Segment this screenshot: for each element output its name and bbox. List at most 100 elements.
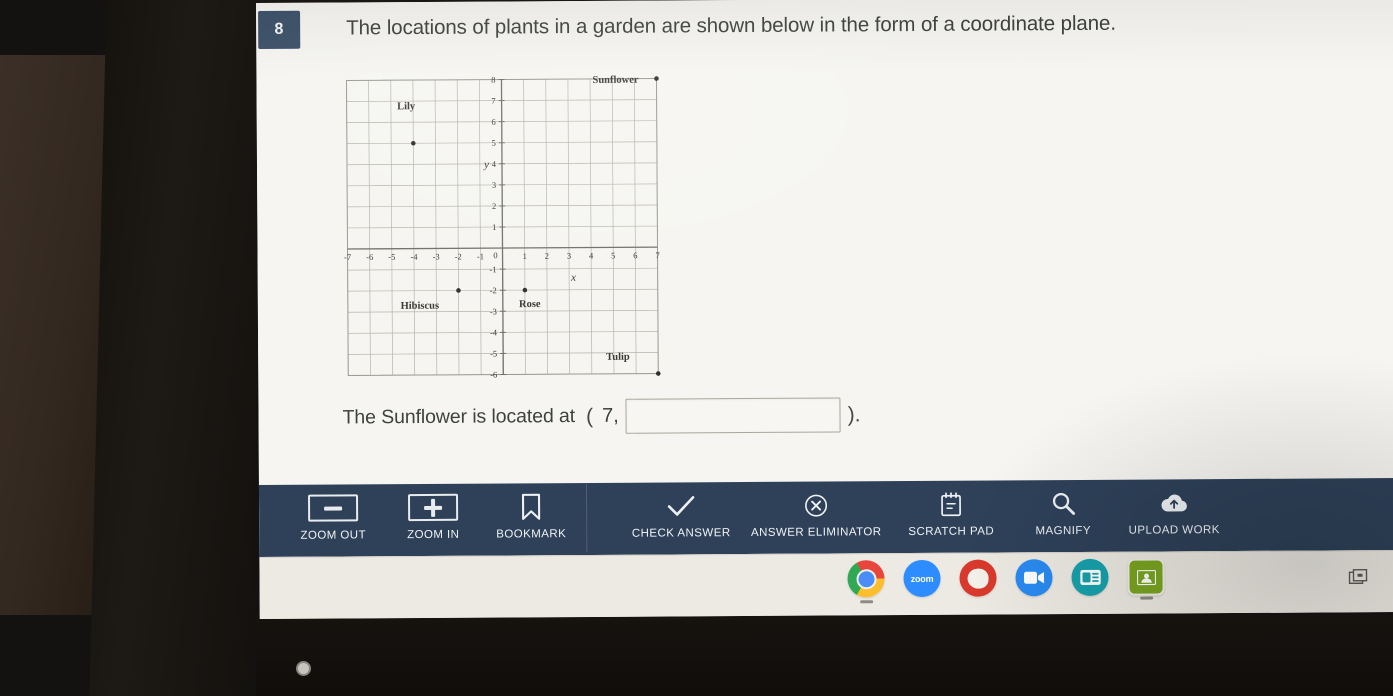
- bookmark-icon: [520, 490, 542, 523]
- toolbar-label-magnify: MAGNIFY: [1035, 524, 1092, 538]
- toolbar-label-upload-work: UPLOAD WORK: [1128, 524, 1220, 537]
- y-tick-label: 8: [491, 75, 495, 85]
- data-point: [410, 140, 416, 146]
- laptop-bezel-bottom: [256, 615, 1393, 696]
- y-axis-label: y: [483, 159, 489, 171]
- coordinate-plane-svg: -7 -6 -5 -4 -3 -2 -1 1 2 3 4 5 6 7-6-5-4-3-2-11234567…: [344, 75, 661, 380]
- photo-scene: 8 The locations of plants in a garden ar…: [0, 0, 1393, 696]
- minus-box-icon: [308, 491, 359, 524]
- webcam-indicator-icon: [296, 661, 311, 676]
- x-tick-label: 7: [655, 250, 659, 260]
- paren-close: ).: [847, 402, 861, 426]
- question-number-badge: 8: [258, 10, 301, 49]
- x-tick-label: 3: [567, 251, 571, 261]
- toolbar-label-check-answer: CHECK ANSWER: [631, 527, 731, 540]
- origin-label: 0: [493, 250, 497, 260]
- toolbar-button-upload-work[interactable]: UPLOAD WORK: [1115, 486, 1233, 537]
- x-tick-label: 2: [545, 251, 549, 261]
- question-prompt: The locations of plants in a garden are …: [346, 11, 1116, 40]
- toolbar-button-magnify[interactable]: MAGNIFY: [1011, 487, 1115, 538]
- coordinate-plane-graph: -7 -6 -5 -4 -3 -2 -1 1 2 3 4 5 6 7 -6 -5 -4 -3 -2 -1 1 2 3 4 5 6 7…: [342, 74, 662, 381]
- x-tick-label: -1: [477, 251, 484, 261]
- shelf-app-list: zoom: [847, 558, 1165, 604]
- x-tick-label: -5: [388, 252, 395, 262]
- data-point: [522, 287, 528, 293]
- circle-x-icon: [805, 494, 828, 517]
- x-tick-label: 6: [633, 250, 637, 260]
- data-point: [654, 76, 659, 81]
- cloud-upload-icon: [1161, 494, 1187, 511]
- bookmark-icon: [521, 493, 541, 520]
- question-header: 8 The locations of plants in a garden ar…: [256, 4, 1393, 49]
- display-windows-icon[interactable]: [1348, 568, 1370, 588]
- shelf-app-chrome[interactable]: [847, 560, 885, 604]
- x-tick-label: -2: [455, 251, 462, 261]
- x-tick-label: -4: [410, 252, 418, 262]
- y-tick-label: 7: [491, 96, 495, 106]
- toolbar-button-bookmark[interactable]: BOOKMARK: [481, 490, 581, 541]
- x-tick-label: -3: [433, 251, 440, 261]
- zoom-label: zoom: [910, 573, 934, 584]
- y-tick-label: -3: [490, 306, 497, 316]
- minus-box-icon: [308, 494, 359, 522]
- paren-open: (: [585, 404, 594, 428]
- worksheet-page: 8 The locations of plants in a garden ar…: [256, 0, 1393, 485]
- laptop-screen: 8 The locations of plants in a garden ar…: [256, 0, 1393, 619]
- toolbar-button-answer-eliminator[interactable]: ANSWER ELIMINATOR: [741, 488, 891, 539]
- toolbar-label-zoom-out: ZOOM OUT: [300, 529, 367, 542]
- plus-box-icon: [408, 491, 459, 524]
- x-tick-label: 5: [611, 250, 615, 260]
- plus-box-icon: [408, 493, 459, 522]
- app-active-indicator: [859, 600, 873, 604]
- data-point: [655, 371, 661, 376]
- checkmark-icon: [667, 489, 695, 522]
- desk-surface: [0, 55, 108, 615]
- answer-label: The Sunflower is located at: [342, 405, 576, 429]
- data-point-label: Rose: [519, 299, 541, 310]
- x-tick-label: -7: [344, 252, 351, 262]
- os-shelf: zoom: [259, 550, 1393, 619]
- toolbar-button-zoom-out[interactable]: ZOOM OUT: [281, 491, 385, 542]
- y-tick-label: 5: [492, 138, 496, 148]
- answer-input[interactable]: [625, 397, 841, 434]
- x-tick-label: 4: [589, 251, 594, 261]
- toolbar-button-zoom-in[interactable]: ZOOM IN: [385, 491, 481, 542]
- y-tick-label: -2: [490, 285, 497, 295]
- notepad-icon: [940, 488, 962, 521]
- toolbar-label-bookmark: BOOKMARK: [496, 528, 567, 541]
- circle-x-icon: [804, 489, 828, 522]
- data-point-label: Sunflower: [592, 75, 638, 86]
- x-tick-label: 1: [523, 251, 527, 261]
- toolbar-label-answer-eliminator: ANSWER ELIMINATOR: [750, 526, 882, 539]
- shelf-app-meet[interactable]: [1015, 559, 1053, 597]
- presentation-icon: [1079, 569, 1101, 585]
- x-coordinate-value: 7,: [601, 404, 619, 427]
- y-tick-label: -4: [490, 327, 498, 337]
- y-tick-label: 6: [491, 117, 495, 127]
- shelf-app-teal-app[interactable]: [1071, 558, 1109, 597]
- toolbar-label-scratch-pad: SCRATCH PAD: [908, 525, 995, 539]
- y-tick-label: 2: [492, 201, 496, 211]
- notepad-icon: [941, 492, 961, 517]
- y-tick-label: -5: [490, 348, 497, 358]
- data-point: [456, 288, 461, 293]
- shelf-app-red-app[interactable]: [959, 559, 997, 597]
- magnifier-icon: [1050, 487, 1075, 520]
- shelf-app-zoom[interactable]: zoom: [903, 559, 941, 598]
- shelf-app-google-classroom[interactable]: [1127, 558, 1165, 600]
- x-axis-label: x: [570, 272, 576, 284]
- data-point-label: Lily: [397, 101, 416, 112]
- y-tick-label: 1: [492, 222, 496, 232]
- toolbar-button-check-answer[interactable]: CHECK ANSWER: [621, 489, 741, 540]
- cloud-upload-icon: [1160, 486, 1188, 519]
- toolbar-button-scratch-pad[interactable]: SCRATCH PAD: [891, 487, 1011, 538]
- data-point-label: Hibiscus: [401, 301, 440, 312]
- answer-row: The Sunflower is located at ( 7, ).: [342, 397, 861, 435]
- y-tick-label: -1: [490, 264, 497, 274]
- y-tick-label: -6: [490, 370, 497, 380]
- y-tick-label: 3: [492, 180, 496, 190]
- classroom-icon: [1136, 569, 1156, 585]
- toolbar-label-zoom-in: ZOOM IN: [407, 528, 460, 542]
- app-active-indicator: [1139, 596, 1153, 600]
- video-camera-icon: [1024, 571, 1045, 584]
